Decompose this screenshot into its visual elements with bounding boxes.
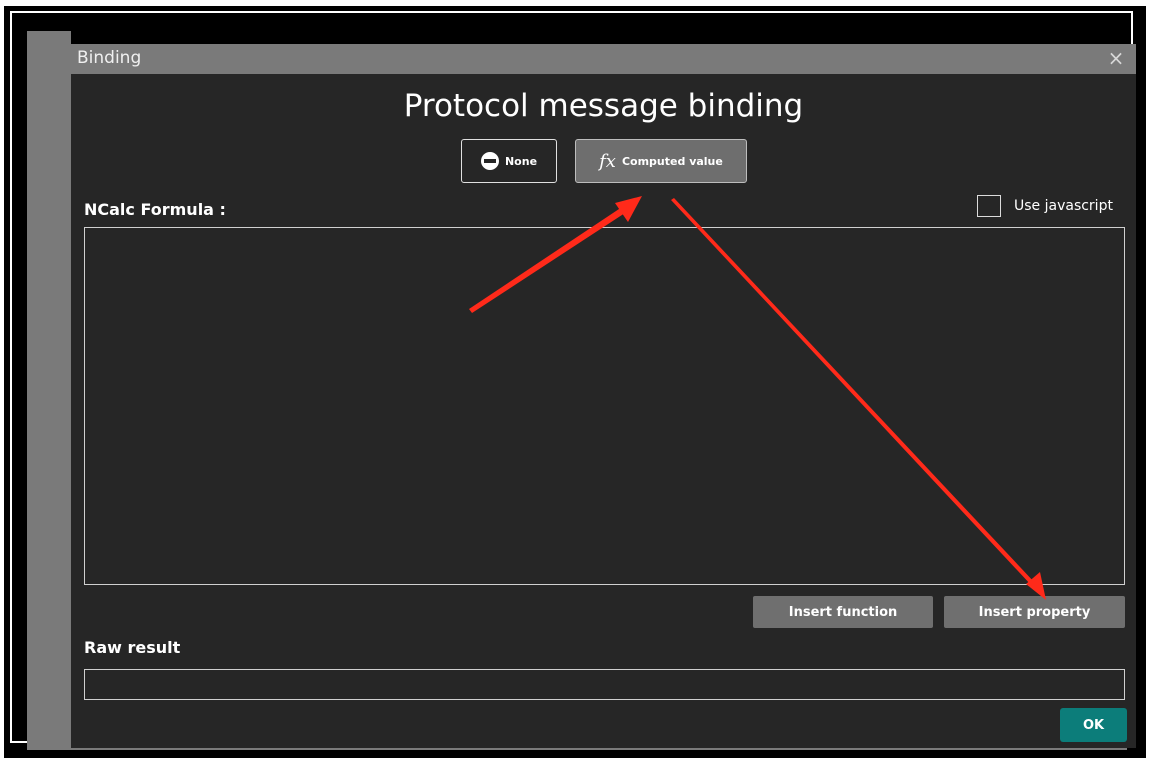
use-javascript-checkbox[interactable] xyxy=(977,195,1001,217)
ok-button[interactable]: OK xyxy=(1060,708,1127,742)
close-icon[interactable]: × xyxy=(1105,46,1127,70)
computed-value-label: Computed value xyxy=(621,154,723,168)
none-button-label: None xyxy=(504,154,538,168)
fx-icon: fx xyxy=(599,150,616,172)
insert-function-button[interactable]: Insert function xyxy=(753,596,933,628)
raw-result-field[interactable] xyxy=(84,669,1125,700)
formula-label: NCalc Formula : xyxy=(84,200,226,219)
page-title: Protocol message binding xyxy=(403,88,804,124)
binding-dialog: Binding × Protocol message binding None … xyxy=(71,44,1136,748)
raw-result-label: Raw result xyxy=(84,638,181,657)
formula-editor[interactable] xyxy=(84,227,1125,585)
background-window-strip xyxy=(27,31,71,749)
none-button[interactable]: None xyxy=(461,139,557,183)
no-entry-icon xyxy=(480,152,499,170)
use-javascript-label[interactable]: Use javascript xyxy=(1014,198,1113,214)
computed-value-button[interactable]: fx Computed value xyxy=(575,139,747,183)
dialog-titlebar[interactable]: Binding × xyxy=(71,44,1136,74)
dialog-title: Binding xyxy=(77,48,142,68)
insert-property-button[interactable]: Insert property xyxy=(944,596,1125,628)
